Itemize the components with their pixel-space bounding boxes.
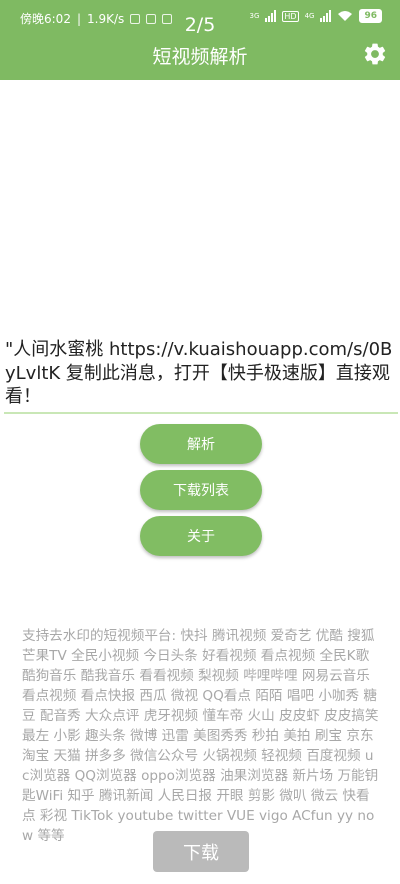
app-header: 傍晚6:02 | 1.9K/s 3G HD 4G 96 2/5 短视频解析 (0, 0, 400, 80)
page-title: 短视频解析 (152, 46, 248, 68)
input-underline (4, 412, 398, 414)
download-list-button[interactable]: 下载列表 (140, 470, 262, 510)
gear-icon[interactable] (362, 41, 388, 67)
about-button[interactable]: 关于 (140, 516, 262, 556)
supported-platforms-text: 支持去水印的短视频平台: 快抖 腾讯视频 爱奇艺 优酷 搜狐 芒果TV 全民小视… (22, 628, 379, 844)
parse-button[interactable]: 解析 (140, 424, 262, 464)
link-input[interactable]: "人间水蜜桃 https://v.kuaishouapp.com/s/0ByLv… (5, 338, 397, 409)
page-indicator: 2/5 (184, 14, 216, 36)
download-button[interactable]: 下载 (153, 831, 249, 872)
